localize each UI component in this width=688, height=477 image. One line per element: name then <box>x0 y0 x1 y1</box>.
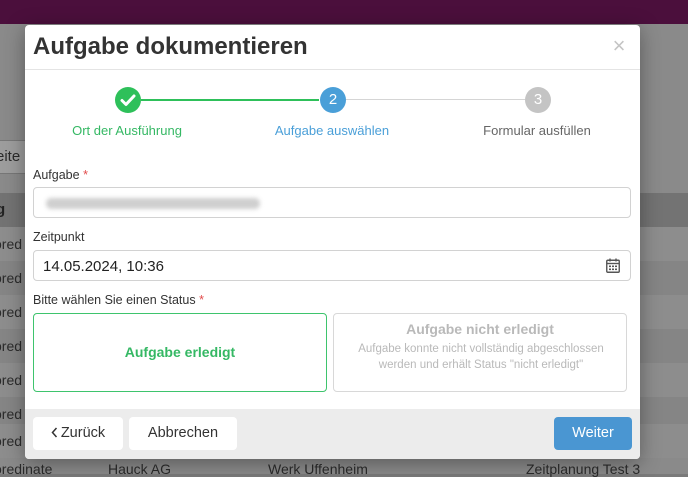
status-not-done-title: Aufgabe nicht erledigt <box>406 321 554 337</box>
datetime-input[interactable]: 14.05.2024, 10:36 <box>33 250 631 281</box>
datetime-value: 14.05.2024, 10:36 <box>43 258 164 275</box>
status-not-done-description: Aufgabe konnte nicht vollständig abgesch… <box>358 343 604 371</box>
status-not-done-card[interactable]: Aufgabe nicht erledigt Aufgabe konnte ni… <box>333 313 627 392</box>
calendar-icon[interactable] <box>606 258 620 273</box>
stepper-line-done <box>141 99 319 101</box>
task-field-label: Aufgabe * <box>33 168 88 182</box>
background-tab: eite <box>0 140 27 174</box>
status-done-title: Aufgabe erledigt <box>124 344 236 360</box>
step-3-label: Formular ausfüllen <box>483 123 591 138</box>
chevron-left-icon <box>51 417 58 450</box>
status-label: Bitte wählen Sie einen Status * <box>33 293 204 307</box>
stepper-line-pending <box>345 99 525 100</box>
step-2-indicator: 2 <box>320 87 346 113</box>
status-done-card[interactable]: Aufgabe erledigt <box>33 313 327 392</box>
background-table-row: oredinate Hauck AG Werk Uffenheim Zeitpl… <box>0 458 688 477</box>
dialog-title: Aufgabe dokumentieren <box>33 33 308 60</box>
step-2-label: Aufgabe auswählen <box>274 123 390 138</box>
dialog-footer: Zurück Abbrechen Weiter <box>25 409 640 459</box>
back-button[interactable]: Zurück <box>33 417 123 450</box>
cancel-button[interactable]: Abbrechen <box>129 417 237 450</box>
step-1-check-icon <box>115 87 141 113</box>
task-input[interactable] <box>33 187 631 218</box>
step-3-indicator: 3 <box>525 87 551 113</box>
step-1-label: Ort der Ausführung <box>72 123 182 138</box>
next-button[interactable]: Weiter <box>554 417 632 450</box>
close-icon[interactable]: × <box>609 35 629 57</box>
task-documentation-dialog: Aufgabe dokumentieren × 2 3 Ort der Ausf… <box>25 25 640 459</box>
time-field-label: Zeitpunkt <box>33 230 85 244</box>
app-topbar <box>0 0 688 24</box>
task-input-value-blurred <box>46 198 260 209</box>
title-divider <box>25 69 640 70</box>
